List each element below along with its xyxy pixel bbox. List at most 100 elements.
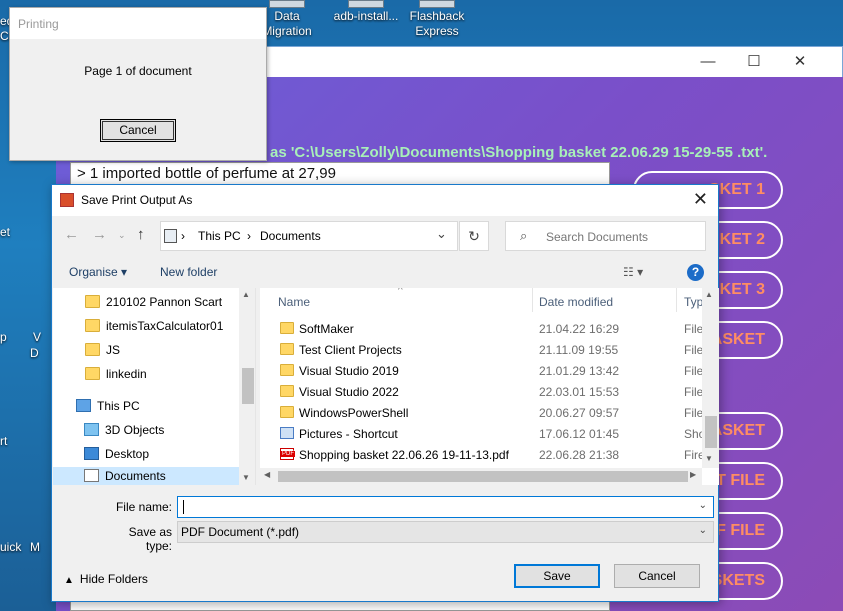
app-icon bbox=[419, 0, 455, 8]
printing-status-message: Page 1 of document bbox=[84, 64, 192, 78]
up-arrow-icon[interactable]: ↑ bbox=[137, 226, 145, 243]
file-name: Visual Studio 2019 bbox=[299, 364, 399, 378]
save-button[interactable]: Save bbox=[514, 564, 600, 588]
view-options-icon[interactable]: ☷ ▾ bbox=[623, 265, 643, 279]
organise-menu-button[interactable]: Organise ▾ bbox=[69, 265, 127, 279]
this-pc-icon bbox=[164, 229, 177, 243]
file-list-horizontal-scrollbar[interactable]: ◀ ▶ bbox=[260, 468, 702, 485]
save-status-text: as 'C:\Users\Zolly\Documents\Shopping ba… bbox=[270, 144, 768, 161]
nav-item-label: Documents bbox=[105, 469, 166, 483]
chevron-down-icon[interactable]: ⌄ bbox=[699, 500, 707, 511]
file-row[interactable]: Visual Studio 2022 22.03.01 15:53 File bbox=[270, 382, 704, 403]
nav-item-documents[interactable]: Documents bbox=[53, 467, 239, 485]
file-list[interactable]: ^ Name Date modified Typ SoftMaker 21.04… bbox=[260, 288, 719, 485]
search-box[interactable]: ⌕ Search Documents bbox=[505, 221, 706, 251]
dialog-title: Save Print Output As bbox=[81, 193, 193, 207]
column-divider[interactable] bbox=[532, 288, 533, 312]
navigation-bar: ← → ⌄ ↑ › This PC › Documents ⌄ ↻ ⌕ Sear… bbox=[52, 220, 718, 252]
cancel-button[interactable]: Cancel bbox=[614, 564, 700, 588]
file-row[interactable]: WindowsPowerShell 20.06.27 09:57 File bbox=[270, 403, 704, 424]
desktop-icon-fragment[interactable]: et bbox=[0, 225, 10, 239]
file-name-input[interactable]: ⌄ bbox=[177, 496, 714, 518]
desktop-icon-fragment[interactable]: D bbox=[30, 346, 39, 360]
shortcut-icon bbox=[280, 427, 294, 439]
file-name: Shopping basket 22.06.26 19-11-13.pdf bbox=[299, 448, 509, 462]
scroll-down-arrow-icon[interactable]: ▼ bbox=[705, 454, 713, 463]
file-date: 21.04.22 16:29 bbox=[539, 322, 620, 336]
list-item[interactable]: > 1 imported bottle of perfume at 27,99 bbox=[71, 163, 609, 184]
navigation-pane[interactable]: 210102 Pannon Scart itemisTaxCalculator0… bbox=[53, 288, 256, 485]
desktop-icon-fragment[interactable]: V bbox=[33, 330, 41, 344]
help-button[interactable]: ? bbox=[687, 264, 704, 281]
forward-arrow-icon[interactable]: → bbox=[92, 226, 107, 243]
scroll-right-arrow-icon[interactable]: ▶ bbox=[690, 470, 696, 479]
nav-item-label: Desktop bbox=[105, 447, 150, 461]
scroll-left-arrow-icon[interactable]: ◀ bbox=[264, 470, 270, 479]
desktop-icon-flashback-express[interactable]: Flashback Express bbox=[402, 0, 472, 39]
scroll-up-arrow-icon[interactable]: ▲ bbox=[242, 290, 250, 299]
printer-icon bbox=[60, 193, 74, 207]
file-row[interactable]: Visual Studio 2019 21.01.29 13:42 File bbox=[270, 361, 704, 382]
file-type: File bbox=[684, 385, 704, 399]
file-name: Test Client Projects bbox=[299, 343, 402, 357]
save-as-type-value: PDF Document (*.pdf) bbox=[181, 525, 300, 539]
dialog-close-button[interactable]: ✕ bbox=[693, 189, 708, 210]
file-date: 17.06.12 01:45 bbox=[539, 427, 620, 441]
desktop-icon-fragment[interactable]: p bbox=[0, 330, 7, 344]
scrollbar-thumb[interactable] bbox=[278, 471, 688, 482]
scroll-up-arrow-icon[interactable]: ▲ bbox=[705, 290, 713, 299]
save-as-type-select[interactable]: PDF Document (*.pdf) ⌄ bbox=[177, 521, 714, 543]
file-list-vertical-scrollbar[interactable]: ▲ ▼ bbox=[702, 288, 719, 468]
documents-icon bbox=[84, 469, 99, 482]
scrollbar-thumb[interactable] bbox=[705, 416, 717, 448]
folder-icon bbox=[280, 364, 294, 376]
column-header-date-modified[interactable]: Date modified bbox=[539, 295, 613, 309]
new-folder-button[interactable]: New folder bbox=[160, 265, 217, 279]
nav-item-label: This PC bbox=[97, 399, 140, 413]
refresh-icon: ↻ bbox=[468, 228, 480, 244]
file-type: File bbox=[684, 364, 704, 378]
column-header-name[interactable]: Name bbox=[278, 295, 310, 309]
back-arrow-icon[interactable]: ← bbox=[64, 226, 79, 243]
address-bar[interactable]: › This PC › Documents ⌄ bbox=[160, 221, 458, 251]
refresh-button[interactable]: ↻ bbox=[459, 221, 489, 251]
desktop-icon-fragment[interactable]: rt bbox=[0, 434, 7, 448]
column-header-type[interactable]: Typ bbox=[684, 295, 703, 309]
desktop-icon-label: adb-install... bbox=[333, 9, 399, 23]
file-type: File bbox=[684, 406, 704, 420]
breadcrumb-documents[interactable]: Documents bbox=[260, 229, 321, 243]
close-button[interactable]: ✕ bbox=[777, 51, 823, 73]
save-print-output-dialog: Save Print Output As ✕ ← → ⌄ ↑ › This PC… bbox=[51, 184, 719, 602]
scrollbar-thumb[interactable] bbox=[242, 368, 254, 404]
hide-folders-toggle[interactable]: ▲ Hide Folders bbox=[64, 572, 148, 586]
nav-pane-scrollbar[interactable]: ▲ ▼ bbox=[239, 288, 255, 485]
printing-dialog-title: Printing bbox=[10, 8, 266, 39]
file-row[interactable]: Pictures - Shortcut 17.06.12 01:45 Sho bbox=[270, 424, 705, 445]
sort-ascending-icon: ^ bbox=[398, 288, 403, 296]
printing-cancel-button[interactable]: Cancel bbox=[100, 119, 176, 142]
folder-icon bbox=[85, 319, 100, 332]
file-row[interactable]: Shopping basket 22.06.26 19-11-13.pdf 22… bbox=[270, 445, 705, 466]
breadcrumb-this-pc[interactable]: This PC bbox=[198, 229, 241, 243]
app-icon bbox=[269, 0, 305, 8]
search-icon: ⌕ bbox=[520, 228, 528, 243]
file-row[interactable]: Test Client Projects 21.11.09 19:55 File bbox=[270, 340, 703, 361]
recent-locations-chevron-icon[interactable]: ⌄ bbox=[118, 230, 126, 241]
file-date: 22.06.28 21:38 bbox=[539, 448, 620, 462]
chevron-down-icon[interactable]: ⌄ bbox=[699, 525, 707, 536]
file-date: 21.01.29 13:42 bbox=[539, 364, 620, 378]
breadcrumb-separator-icon: › bbox=[247, 229, 251, 243]
column-divider[interactable] bbox=[676, 288, 677, 312]
maximize-button[interactable]: ☐ bbox=[731, 51, 777, 73]
scroll-down-arrow-icon[interactable]: ▼ bbox=[242, 473, 250, 482]
desktop-icon-fragment[interactable]: uick bbox=[0, 540, 21, 554]
folder-icon bbox=[280, 385, 294, 397]
folder-icon bbox=[85, 343, 100, 356]
file-row[interactable]: SoftMaker 21.04.22 16:29 File bbox=[270, 319, 703, 340]
address-dropdown-chevron-icon[interactable]: ⌄ bbox=[436, 226, 447, 242]
save-as-type-label: Save as type: bbox=[128, 525, 172, 553]
minimize-button[interactable]: — bbox=[685, 51, 731, 73]
folder-icon bbox=[280, 322, 294, 334]
desktop-icon-adb-installer[interactable]: adb-install... bbox=[325, 0, 407, 24]
desktop-icon-fragment[interactable]: M bbox=[30, 540, 40, 554]
